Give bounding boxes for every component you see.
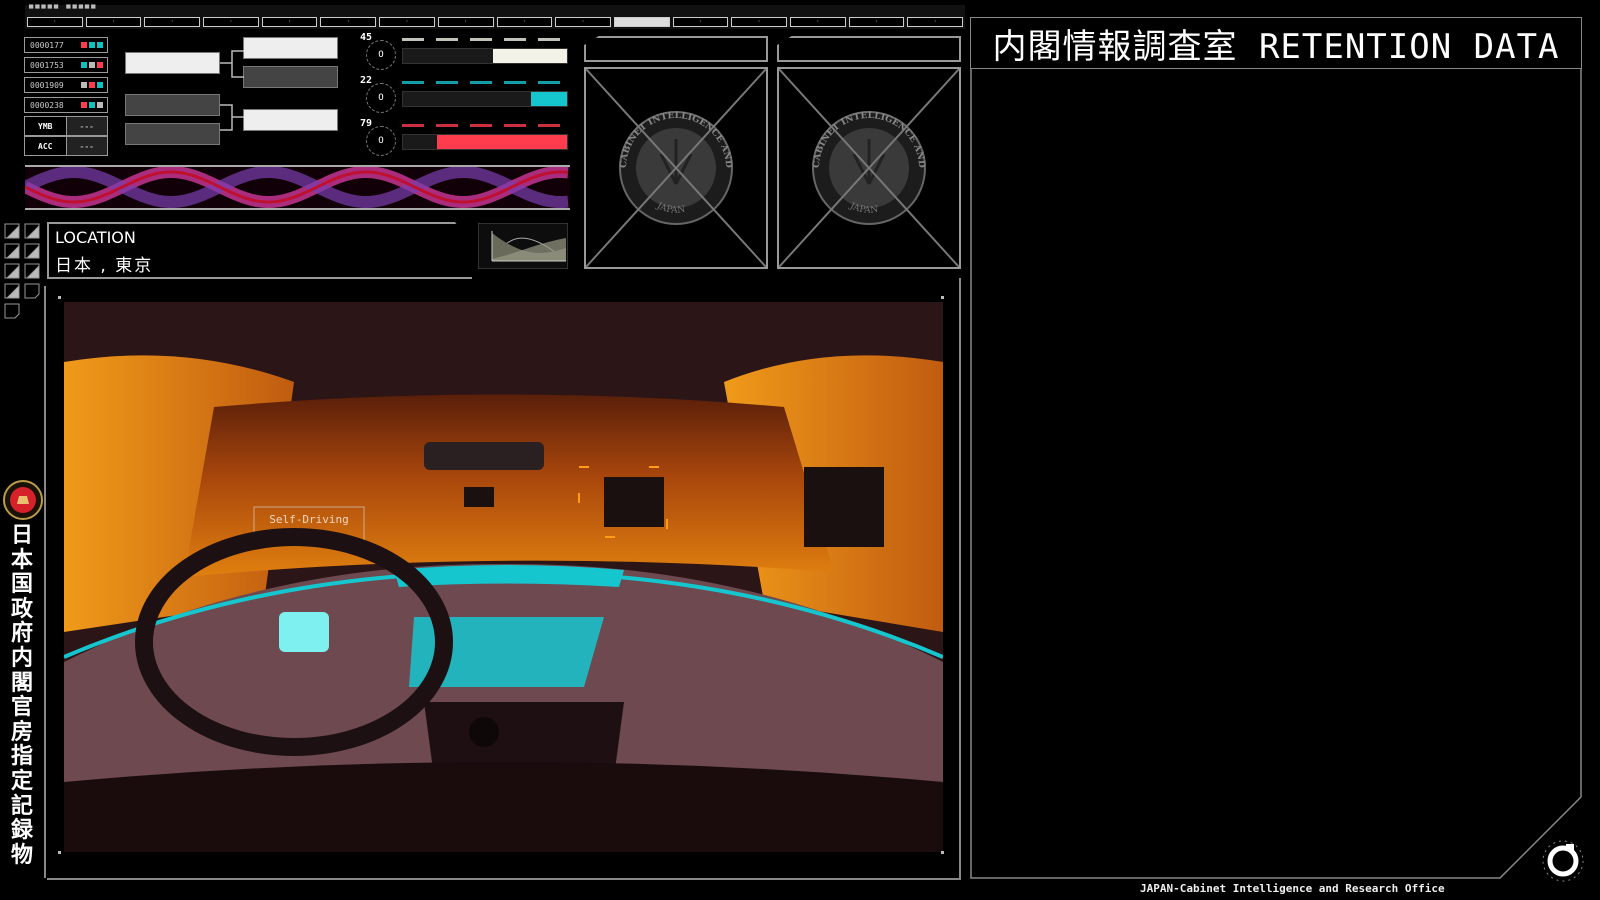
segment[interactable]: ·: [848, 17, 905, 27]
status-square: [89, 82, 95, 88]
waveform-strip: [25, 165, 570, 210]
status-square: [97, 62, 103, 68]
gauge: 79 O: [360, 118, 570, 164]
status-square: [89, 42, 95, 48]
segment[interactable]: ·: [379, 17, 435, 27]
status-strip: ▀▀▀▀▀ ▀▀▀▀▀ · · · · · · · · · · · · · · · ·: [25, 5, 965, 29]
key-row-ymb: YMB ---: [24, 116, 108, 136]
status-square: [81, 82, 87, 88]
record-row[interactable]: 0001753: [24, 57, 108, 73]
gauge-bar: [402, 91, 568, 107]
gauge: 45 O: [360, 32, 570, 78]
icon-grid: [4, 223, 40, 319]
footer-text: JAPAN-Cabinet Intelligence and Research …: [1140, 882, 1445, 895]
key-value: ---: [65, 117, 107, 135]
loading-ring-icon[interactable]: [1540, 838, 1586, 884]
status-strip-label: ▀▀▀▀▀ ▀▀▀▀▀: [29, 5, 98, 13]
gauge-dashes: [402, 38, 568, 41]
gauge-value: 79: [360, 118, 373, 129]
bracket-block: [243, 66, 338, 88]
status-square: [97, 102, 103, 108]
government-emblem: [3, 480, 43, 520]
key-label: YMB: [38, 121, 53, 131]
bracket-block: [125, 52, 220, 74]
segment[interactable]: ·: [731, 17, 787, 27]
status-square: [81, 102, 87, 108]
segment[interactable]: ·: [85, 17, 142, 27]
segment-buttons: · · · · · · · · · · · · · · · ·: [27, 17, 963, 27]
bracket-block: [243, 109, 338, 131]
key-value: ---: [65, 137, 107, 155]
segment[interactable]: ·: [320, 17, 377, 27]
gauge-fill: [493, 49, 567, 63]
dial-icon: O: [366, 83, 396, 113]
segment[interactable]: ·: [496, 17, 553, 27]
status-square: [81, 42, 87, 48]
retention-panel-frame: [970, 68, 1582, 879]
segment[interactable]: ·: [203, 17, 259, 27]
vertical-title: 日本国 政府 内閣官房指定記録物: [10, 523, 33, 868]
mini-area-chart: [478, 223, 568, 269]
image-corner-marks: [58, 296, 944, 854]
record-row[interactable]: 0001909: [24, 77, 108, 93]
dial-icon: O: [366, 126, 396, 156]
bracket-block: [125, 94, 220, 116]
status-square: [97, 82, 103, 88]
cabinet-seal-icon: CABINET INTELLIGENCE AND RESEARCH OFFICE…: [582, 62, 767, 268]
waveform: [25, 167, 569, 208]
side-divider: [44, 286, 46, 878]
status-square: [89, 62, 95, 68]
record-row[interactable]: 0000238: [24, 97, 108, 113]
segment[interactable]: ·: [789, 17, 846, 27]
record-row[interactable]: 0000177: [24, 37, 108, 53]
bracket-block: [125, 123, 220, 145]
key-row-acc: ACC ---: [24, 136, 108, 156]
segment[interactable]: ·: [27, 17, 83, 27]
status-square: [89, 102, 95, 108]
cabinet-seal-icon: CABINET INTELLIGENCE AND RESEARCH OFFICE…: [775, 62, 960, 268]
segment[interactable]: ·: [907, 17, 963, 27]
dial-icon: O: [366, 40, 396, 70]
bracket-block: [243, 37, 338, 59]
location-panel: LOCATION 日本 , 東京: [47, 222, 472, 279]
status-square: [81, 62, 87, 68]
segment[interactable]: ·: [555, 17, 611, 27]
gauge-bar: [402, 48, 568, 64]
gauge: 22 O: [360, 75, 570, 121]
segment[interactable]: ·: [437, 17, 494, 27]
location-label: LOCATION: [55, 228, 136, 247]
key-label: ACC: [38, 141, 53, 151]
record-id: 0001753: [30, 60, 64, 70]
seal-tab[interactable]: [584, 36, 768, 62]
gauge-value: 45: [360, 32, 373, 43]
segment[interactable]: ·: [261, 17, 318, 27]
segment[interactable]: ·: [672, 17, 729, 27]
gauge-fill: [530, 92, 567, 106]
record-id: 0000177: [30, 40, 64, 50]
gauge-value: 22: [360, 75, 373, 86]
record-id: 0001909: [30, 80, 64, 90]
segment-active[interactable]: ·: [613, 17, 670, 27]
gauge-dashes: [402, 81, 568, 84]
location-value: 日本 , 東京: [55, 256, 154, 276]
bracket-lines: [220, 50, 244, 131]
seal-tab[interactable]: [777, 36, 961, 62]
gauge-fill: [437, 135, 567, 149]
record-id: 0000238: [30, 100, 64, 110]
seal-panel[interactable]: CABINET INTELLIGENCE AND RESEARCH OFFICE…: [582, 62, 768, 269]
status-square: [97, 42, 103, 48]
segment[interactable]: ·: [144, 17, 201, 27]
gauge-dashes: [402, 124, 568, 127]
gauge-bar: [402, 134, 568, 150]
seal-panel[interactable]: CABINET INTELLIGENCE AND RESEARCH OFFICE…: [775, 62, 961, 269]
